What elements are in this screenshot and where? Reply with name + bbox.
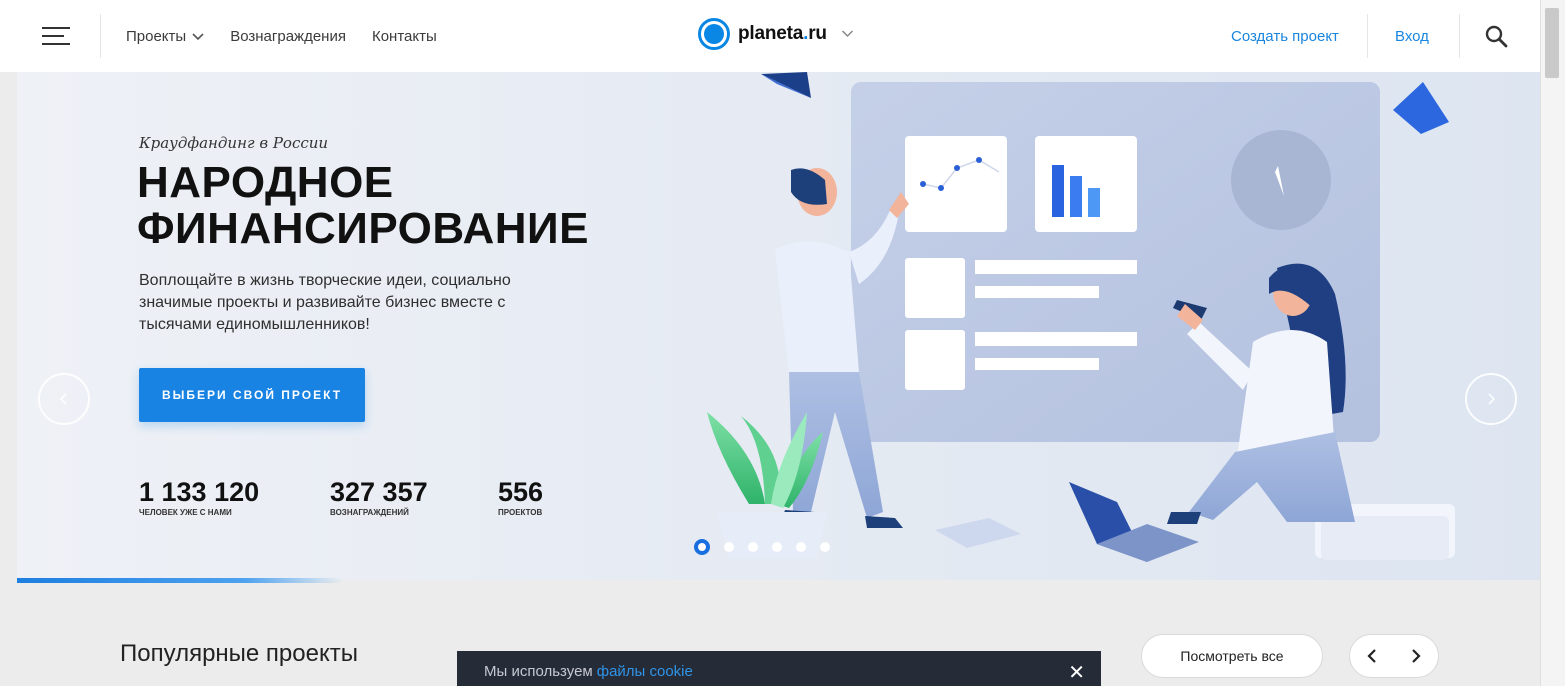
logo-text: planeta.ru: [738, 23, 827, 44]
header-divider: [1367, 14, 1368, 58]
popular-projects-title: Популярные проекты: [120, 640, 358, 667]
stat-label: ПРОЕКТОВ: [498, 508, 543, 517]
nav-item-contacts[interactable]: Контакты: [372, 28, 437, 45]
see-all-button[interactable]: Посмотреть все: [1141, 634, 1323, 678]
nav-item-label: Контакты: [371, 28, 437, 45]
chevron-down-icon[interactable]: [841, 30, 854, 38]
nav-item-projects[interactable]: Проекты: [126, 28, 204, 45]
stat-value: 556: [498, 477, 544, 507]
hero-title: НАРОДНОЕ ФИНАНСИРОВАНИЕ: [137, 160, 589, 252]
cookie-text: Мы используем: [484, 662, 593, 680]
search-icon[interactable]: [1484, 24, 1510, 50]
nav-item-label: Вознаграждения: [230, 28, 346, 45]
hamburger-menu-icon[interactable]: [42, 27, 70, 47]
slider-dot[interactable]: [820, 542, 830, 552]
stat-projects: 556 ПРОЕКТОВ: [498, 478, 543, 517]
chevron-right-icon: [1488, 393, 1496, 405]
slider-dot[interactable]: [724, 542, 734, 552]
stat-users: 1 133 120 ЧЕЛОВЕК УЖЕ С НАМИ: [139, 478, 259, 517]
hero-title-line: НАРОДНОЕ: [137, 158, 394, 207]
nav-item-rewards[interactable]: Вознаграждения: [230, 28, 346, 45]
choose-project-button[interactable]: ВЫБЕРИ СВОЙ ПРОЕКТ: [139, 368, 365, 422]
stat-label: ЧЕЛОВЕК УЖЕ С НАМИ: [139, 508, 232, 517]
stat-value: 1 133 120: [139, 477, 260, 507]
close-icon[interactable]: ✕: [1068, 663, 1085, 683]
cookie-policy-link[interactable]: файлы cookie: [597, 663, 693, 680]
hero-description: Воплощайте в жизнь творческие идеи, соци…: [139, 272, 511, 333]
carousel-prev-button[interactable]: [1350, 635, 1394, 677]
stat-label: ВОЗНАГРАЖДЕНИЙ: [330, 508, 409, 517]
nav-item-label: Проекты: [126, 28, 187, 45]
cookie-banner: Мы используем файлы cookie ✕: [457, 651, 1101, 686]
slider-dot[interactable]: [796, 542, 806, 552]
hero-prev-button[interactable]: [38, 373, 90, 425]
header-divider: [100, 14, 101, 58]
hero-title-line: ФИНАНСИРОВАНИЕ: [137, 204, 590, 253]
slider-dot[interactable]: [772, 542, 782, 552]
site-logo[interactable]: planeta.ru: [698, 18, 854, 50]
hero-next-button[interactable]: [1465, 373, 1517, 425]
main-nav: Проекты Вознаграждения Контакты: [126, 28, 437, 45]
stat-rewards: 327 357 ВОЗНАГРАЖДЕНИЙ: [330, 478, 428, 517]
logo-mark-icon: [698, 18, 730, 50]
header-divider: [1459, 14, 1460, 58]
chevron-left-icon: [1367, 649, 1376, 663]
stat-value: 327 357: [330, 477, 428, 507]
slide-progress-bar: [17, 578, 343, 583]
scrollbar-thumb[interactable]: [1545, 8, 1559, 78]
page-scrollbar[interactable]: [1540, 0, 1565, 686]
slider-dot[interactable]: [748, 542, 758, 552]
site-header: Проекты Вознаграждения Контакты planeta.…: [0, 0, 1540, 72]
carousel-pager: [1349, 634, 1439, 678]
hero-eyebrow: Краудфандинг в России: [139, 134, 329, 152]
slider-dot[interactable]: [694, 539, 710, 555]
chevron-down-icon: [192, 32, 204, 40]
chevron-right-icon: [1412, 649, 1421, 663]
carousel-next-button[interactable]: [1394, 635, 1438, 677]
slider-dots: [694, 539, 830, 555]
create-project-link[interactable]: Создать проект: [1231, 28, 1339, 45]
chevron-left-icon: [59, 393, 67, 405]
login-link[interactable]: Вход: [1395, 28, 1429, 45]
